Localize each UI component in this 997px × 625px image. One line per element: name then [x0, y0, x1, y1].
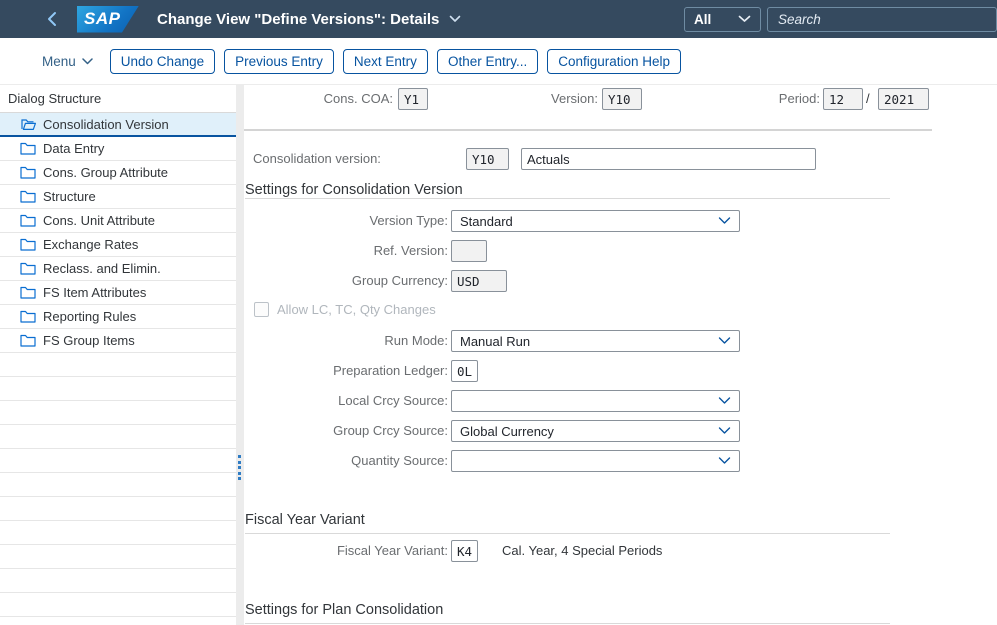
fiscal-year-variant-description: Cal. Year, 4 Special Periods [502, 540, 662, 562]
configuration-help-button[interactable]: Configuration Help [547, 49, 681, 74]
chevron-down-icon [738, 15, 751, 23]
folder-icon [20, 310, 36, 323]
sidebar-item-label: FS Item Attributes [43, 285, 146, 300]
sidebar-splitter[interactable] [236, 85, 244, 625]
search-input[interactable] [767, 7, 997, 32]
sidebar-item-fs-group-items[interactable]: FS Group Items [0, 329, 236, 353]
sidebar-item-exchange-rates[interactable]: Exchange Rates [0, 233, 236, 257]
sidebar-item-label: FS Group Items [43, 333, 135, 348]
preparation-ledger-field[interactable]: 0L [451, 360, 478, 382]
chevron-down-icon [718, 457, 731, 465]
sidebar-item-data-entry[interactable]: Data Entry [0, 137, 236, 161]
fiscal-year-variant-field[interactable]: K4 [451, 540, 478, 562]
fiscal-section-line [245, 533, 890, 534]
fiscal-year-variant-label: Fiscal Year Variant: [244, 540, 448, 562]
sidebar-item-cons-group-attribute[interactable]: Cons. Group Attribute [0, 161, 236, 185]
consolidation-version-text-field[interactable]: Actuals [521, 148, 816, 170]
version-label: Version: [488, 88, 598, 110]
group-currency-label: Group Currency: [244, 270, 448, 292]
shell-header: SAP Change View "Define Versions": Detai… [0, 0, 997, 38]
sidebar-item-fs-item-attributes[interactable]: FS Item Attributes [0, 281, 236, 305]
menu-button[interactable]: Menu [42, 54, 93, 69]
folder-icon [20, 334, 36, 347]
ref-version-label: Ref. Version: [244, 240, 448, 262]
period-field: 12 [823, 88, 863, 110]
chevron-down-icon [718, 337, 731, 345]
next-entry-button[interactable]: Next Entry [343, 49, 428, 74]
fiscal-section-title: Fiscal Year Variant [245, 511, 365, 529]
dialog-structure-title: Dialog Structure [0, 85, 236, 113]
sidebar-item-structure[interactable]: Structure [0, 185, 236, 209]
consolidation-version-code-field: Y10 [466, 148, 509, 170]
ref-version-field [451, 240, 487, 262]
sap-logo: SAP [77, 6, 139, 33]
settings-section-title: Settings for Consolidation Version [245, 181, 463, 199]
period-label: Period: [720, 88, 820, 110]
preparation-ledger-label: Preparation Ledger: [244, 360, 448, 382]
sidebar-item-label: Data Entry [43, 141, 104, 156]
version-field: Y10 [602, 88, 642, 110]
cons-coa-field: Y1 [398, 88, 428, 110]
folder-icon [20, 166, 36, 179]
splitter-grip-icon[interactable] [238, 455, 241, 480]
settings-section-line [245, 198, 890, 199]
chevron-down-icon [718, 397, 731, 405]
group-crcy-source-select[interactable]: Global Currency [451, 420, 740, 442]
local-crcy-source-select[interactable] [451, 390, 740, 412]
plan-section-title: Settings for Plan Consolidation [245, 601, 443, 619]
sidebar-item-label: Reclass. and Elimin. [43, 261, 161, 276]
group-currency-field: USD [451, 270, 507, 292]
title-chevron-down-icon [449, 15, 461, 23]
sidebar-item-label: Cons. Unit Attribute [43, 213, 155, 228]
sidebar-empty-rows [0, 353, 236, 625]
open-folder-icon [20, 117, 36, 131]
sidebar-item-reporting-rules[interactable]: Reporting Rules [0, 305, 236, 329]
sidebar-item-cons-unit-attribute[interactable]: Cons. Unit Attribute [0, 209, 236, 233]
folder-icon [20, 262, 36, 275]
consolidation-version-label: Consolidation version: [253, 148, 381, 170]
folder-icon [20, 142, 36, 155]
page-title[interactable]: Change View "Define Versions": Details [157, 11, 461, 28]
previous-entry-button[interactable]: Previous Entry [224, 49, 334, 74]
folder-icon [20, 190, 36, 203]
quantity-source-select[interactable] [451, 450, 740, 472]
local-crcy-source-label: Local Crcy Source: [244, 390, 448, 412]
quantity-source-label: Quantity Source: [244, 450, 448, 472]
group-crcy-source-label: Group Crcy Source: [244, 420, 448, 442]
chevron-down-icon [82, 58, 93, 65]
year-field: 2021 [878, 88, 929, 110]
allow-changes-checkbox [254, 302, 269, 317]
details-form: Cons. COA: Y1 Version: Y10 Period: 12 / … [244, 85, 997, 625]
dialog-structure-panel: Dialog Structure Consolidation Version D… [0, 85, 236, 625]
back-icon[interactable] [46, 11, 57, 27]
period-separator: / [866, 88, 870, 110]
folder-icon [20, 214, 36, 227]
folder-icon [20, 286, 36, 299]
context-separator [244, 129, 932, 131]
sidebar-item-reclass-and-elimin[interactable]: Reclass. and Elimin. [0, 257, 236, 281]
sidebar-item-label: Exchange Rates [43, 237, 138, 252]
chevron-down-icon [718, 217, 731, 225]
other-entry-button[interactable]: Other Entry... [437, 49, 538, 74]
sidebar-item-label: Structure [43, 189, 96, 204]
sidebar-item-label: Cons. Group Attribute [43, 165, 168, 180]
allow-changes-label: Allow LC, TC, Qty Changes [277, 302, 436, 318]
version-type-label: Version Type: [244, 210, 448, 232]
sap-logo-text: SAP [84, 9, 120, 29]
chevron-down-icon [718, 427, 731, 435]
sidebar-item-label: Consolidation Version [43, 117, 169, 132]
cons-coa-label: Cons. COA: [244, 88, 393, 110]
undo-change-button[interactable]: Undo Change [110, 49, 215, 74]
version-type-select[interactable]: Standard [451, 210, 740, 232]
sidebar-item-consolidation-version[interactable]: Consolidation Version [0, 113, 236, 137]
plan-section-line [245, 623, 890, 624]
sidebar-item-label: Reporting Rules [43, 309, 136, 324]
search-scope-select[interactable]: All [684, 7, 761, 32]
run-mode-select[interactable]: Manual Run [451, 330, 740, 352]
application-toolbar: Menu Undo Change Previous Entry Next Ent… [0, 38, 997, 85]
run-mode-label: Run Mode: [244, 330, 448, 352]
folder-icon [20, 238, 36, 251]
